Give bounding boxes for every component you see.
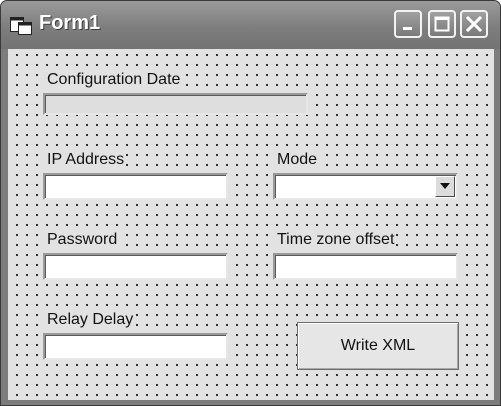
form-icon [10, 15, 32, 35]
close-icon [465, 15, 483, 33]
write-xml-button[interactable]: Write XML [297, 322, 459, 370]
relay-delay-label: Relay Delay [45, 310, 136, 330]
mode-dropdown-button[interactable] [435, 176, 455, 197]
title-bar[interactable]: Form1 [1, 1, 500, 49]
ip-address-label: IP Address [45, 150, 127, 170]
password-input[interactable] [43, 253, 228, 280]
mode-label: Mode [275, 150, 320, 170]
configuration-date-label: Configuration Date [45, 70, 183, 90]
maximize-button[interactable] [428, 10, 456, 38]
maximize-icon [434, 16, 450, 32]
form1-window: Form1 Configuration Date IP Address Mode [0, 0, 501, 406]
configuration-date-field [43, 93, 308, 115]
password-label: Password [45, 230, 120, 250]
chevron-down-icon [440, 183, 450, 189]
time-zone-offset-label: Time zone offset [275, 230, 397, 250]
minimize-button[interactable] [394, 10, 422, 38]
form-client-area: Configuration Date IP Address Mode Passw… [8, 49, 494, 400]
close-button[interactable] [460, 10, 488, 38]
window-title: Form1 [39, 12, 101, 34]
relay-delay-input[interactable] [43, 333, 228, 360]
minimize-icon [403, 27, 412, 30]
time-zone-offset-input[interactable] [273, 253, 458, 280]
ip-address-input[interactable] [43, 173, 228, 200]
mode-select[interactable] [273, 173, 458, 200]
